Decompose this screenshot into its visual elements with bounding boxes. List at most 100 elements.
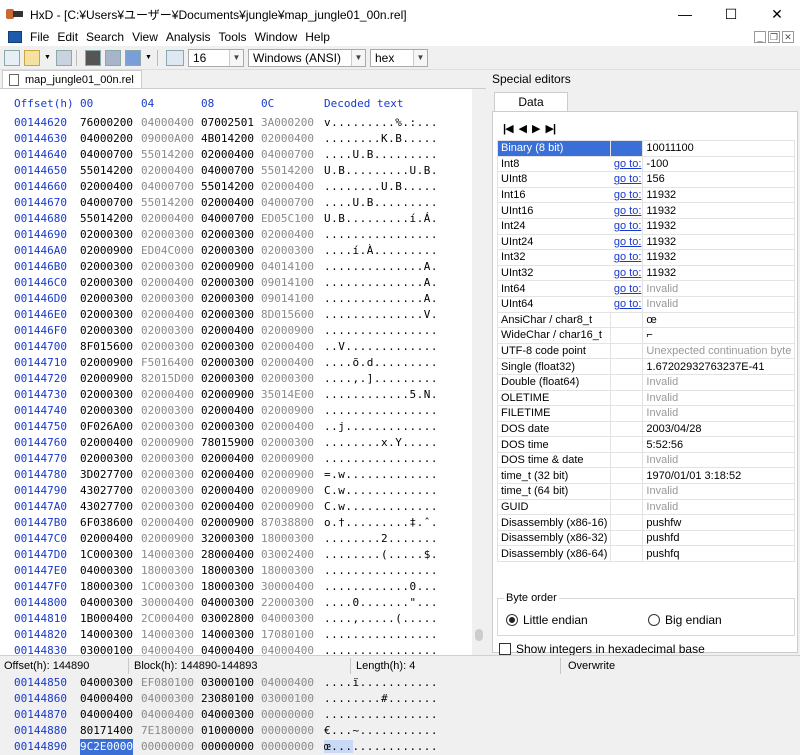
inspector-value[interactable]: Invalid: [642, 373, 796, 391]
inspector-row[interactable]: UTF-8 code point Unexpected continuation …: [496, 342, 796, 360]
hex-byte-group[interactable]: 02000300: [201, 419, 254, 435]
hex-byte-group[interactable]: 04000300: [80, 563, 133, 579]
hex-byte-group[interactable]: 04000300: [201, 595, 254, 611]
hex-byte-group[interactable]: 1B000400: [80, 611, 133, 627]
decoded-text[interactable]: ........(.....$.: [324, 547, 438, 563]
hex-byte-group[interactable]: 02000300: [261, 371, 314, 387]
hex-byte-group[interactable]: 00000000: [261, 723, 314, 739]
decoded-text[interactable]: v.........%.:...: [324, 115, 438, 131]
inspector-value[interactable]: ⌐: [642, 327, 796, 344]
hex-byte-group[interactable]: 43027700: [80, 483, 133, 499]
hex-byte-group[interactable]: 03000100: [261, 691, 314, 707]
hex-byte-group[interactable]: 04000700: [261, 195, 314, 211]
hex-byte-group[interactable]: 00000000: [261, 707, 314, 723]
inspector-row[interactable]: OLETIME Invalid: [496, 389, 796, 407]
goto-link[interactable]: go to:: [610, 280, 644, 297]
inspector-row[interactable]: FILETIME Invalid: [496, 405, 796, 422]
hex-byte-group[interactable]: 02000400: [141, 211, 194, 227]
hex-byte-group[interactable]: 30000400: [261, 579, 314, 595]
hex-byte-group[interactable]: 02000400: [201, 195, 254, 211]
hex-byte-group[interactable]: 02000300: [141, 483, 194, 499]
hex-byte-group[interactable]: 02000400: [261, 419, 314, 435]
inspector-value[interactable]: Invalid: [642, 498, 796, 516]
decoded-text[interactable]: C.w.............: [324, 499, 438, 515]
disk-editor-icon[interactable]: [105, 49, 121, 66]
hex-byte-group[interactable]: 02000900: [261, 403, 314, 419]
hex-byte-group[interactable]: 18000300: [261, 563, 314, 579]
inspector-value[interactable]: Invalid: [642, 280, 796, 297]
hex-byte-group[interactable]: 04000700: [201, 163, 254, 179]
hex-byte-group[interactable]: 04000300: [261, 611, 314, 627]
hex-byte-group[interactable]: 02000400: [261, 179, 314, 195]
decoded-text[interactable]: ................: [324, 563, 438, 579]
hex-byte-group[interactable]: 02000300: [201, 339, 254, 355]
inspector-value[interactable]: Invalid: [642, 389, 796, 407]
hex-byte-group[interactable]: 04000700: [141, 179, 194, 195]
hex-byte-group[interactable]: 04000700: [201, 211, 254, 227]
hex-byte-group[interactable]: 80171400: [80, 723, 133, 739]
hex-byte-group[interactable]: 04000700: [80, 147, 133, 163]
hex-byte-group[interactable]: 02000400: [201, 483, 254, 499]
hex-byte-group[interactable]: F5016400: [141, 355, 194, 371]
inspector-row[interactable]: UInt16 go to: 11932: [496, 202, 796, 219]
hex-byte-group[interactable]: 04000400: [141, 115, 194, 131]
hex-byte-group[interactable]: 02000300: [201, 243, 254, 259]
decoded-text[interactable]: ....í.À.........: [324, 243, 438, 259]
decoded-text[interactable]: ................: [324, 627, 438, 643]
decoded-text[interactable]: ........K.B.....: [324, 131, 438, 147]
inspector-value[interactable]: 1970/01/01 3:18:52: [642, 467, 796, 485]
hex-byte-group[interactable]: ED04C000: [141, 243, 194, 259]
hex-byte-group[interactable]: 04000300: [201, 707, 254, 723]
hex-vertical-scrollbar[interactable]: [472, 89, 486, 656]
hex-byte-group[interactable]: 35014E00: [261, 387, 314, 403]
inspector-value[interactable]: 5:52:56: [642, 436, 796, 453]
hex-byte-group[interactable]: 04000300: [80, 675, 133, 691]
inspector-value[interactable]: 10011100: [642, 140, 796, 157]
document-menu-icon[interactable]: [8, 31, 22, 43]
goto-link[interactable]: go to:: [610, 264, 644, 282]
decoded-text[interactable]: ........x.Y.....: [324, 435, 438, 451]
hex-byte-group[interactable]: 02000300: [201, 275, 254, 291]
hex-byte-group[interactable]: 02000400: [141, 275, 194, 291]
inspector-value[interactable]: 11932: [642, 217, 796, 235]
mdi-close-button[interactable]: ✕: [782, 31, 794, 43]
decoded-text[interactable]: ....õ.d.........: [324, 355, 438, 371]
decoded-text[interactable]: ..............A.: [324, 275, 438, 291]
hex-byte-group[interactable]: 02000300: [141, 499, 194, 515]
inspector-row[interactable]: Int64 go to: Invalid: [496, 280, 796, 297]
hex-byte-group[interactable]: 02000400: [141, 387, 194, 403]
inspector-value[interactable]: Invalid: [642, 483, 796, 500]
hex-byte-group[interactable]: ED05C100: [261, 211, 314, 227]
hex-byte-group[interactable]: 04000400: [141, 707, 194, 723]
little-endian-radio[interactable]: Little endian: [506, 613, 588, 627]
menu-search[interactable]: Search: [82, 30, 128, 44]
menu-edit[interactable]: Edit: [53, 30, 82, 44]
hex-byte-group[interactable]: 18000300: [201, 579, 254, 595]
decoded-text[interactable]: =.w.............: [324, 467, 438, 483]
hex-byte-group[interactable]: 02000900: [261, 467, 314, 483]
hex-byte-group[interactable]: 09014100: [261, 275, 314, 291]
inspector-row[interactable]: time_t (32 bit) 1970/01/01 3:18:52: [496, 467, 796, 485]
hex-byte-group[interactable]: 02000900: [261, 499, 314, 515]
hex-byte-group[interactable]: 02000400: [201, 467, 254, 483]
decoded-text[interactable]: ....,.....(.....: [324, 611, 438, 627]
hex-byte-group[interactable]: 00000000: [201, 739, 254, 755]
bytes-per-row-select[interactable]: 16 ▼: [188, 48, 244, 67]
decoded-text[interactable]: C.w.............: [324, 483, 438, 499]
hex-byte-group[interactable]: 02000900: [261, 483, 314, 499]
inspector-row[interactable]: Disassembly (x86-16) pushfw: [496, 514, 796, 531]
inspector-value[interactable]: pushfq: [642, 545, 796, 563]
goto-link[interactable]: go to:: [610, 155, 644, 173]
decoded-text[interactable]: ..j.............: [324, 419, 438, 435]
hex-byte-group[interactable]: 04014100: [261, 259, 314, 275]
tab-data-inspector[interactable]: Data inspector: [494, 92, 568, 127]
menu-analysis[interactable]: Analysis: [162, 30, 215, 44]
hex-byte-group[interactable]: 02000300: [201, 355, 254, 371]
hex-byte-group[interactable]: 04000300: [80, 595, 133, 611]
inspector-value[interactable]: œ: [642, 311, 796, 329]
hex-byte-group[interactable]: 02000400: [261, 227, 314, 243]
goto-link[interactable]: go to:: [610, 295, 644, 313]
hex-byte-group[interactable]: 02000400: [201, 403, 254, 419]
hex-byte-group[interactable]: 43027700: [80, 499, 133, 515]
hex-byte-group[interactable]: 55014200: [141, 147, 194, 163]
